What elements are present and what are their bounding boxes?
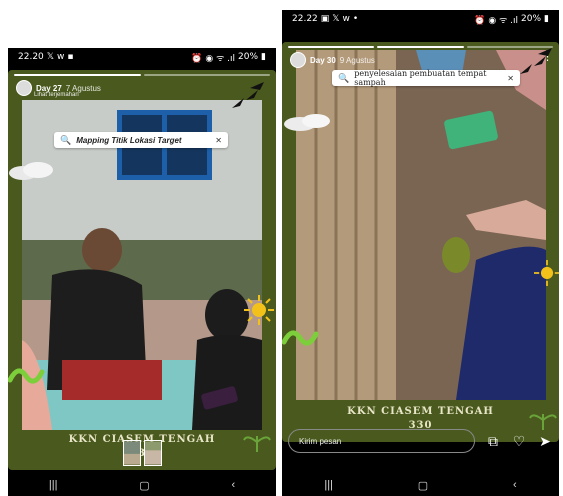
x-logo-icon: 𝕏: [46, 52, 55, 62]
left-phone-screen: 22.20 𝕏 w ▪ ⏰ ◉ ᯤ .ıl 20% ▮ Day 27 7 Agu…: [8, 48, 276, 496]
x-logo-icon: 𝕏: [332, 14, 340, 24]
snake-icon: [282, 330, 319, 346]
signal-icons: ⏰ ◉ ᯤ .ıl: [191, 53, 236, 64]
message-input[interactable]: Kirim pesan: [288, 429, 475, 453]
search-icon: 🔍: [338, 72, 350, 83]
w-icon: w: [342, 14, 350, 24]
dot-icon: •: [352, 14, 359, 24]
close-icon: ✕: [215, 135, 222, 145]
search-icon: 🔍: [60, 134, 72, 145]
home-icon[interactable]: ▢: [418, 479, 428, 492]
progress-segment: [377, 46, 464, 48]
multi-story-icon[interactable]: ⧉: [485, 433, 501, 450]
story-thumbnail[interactable]: [143, 440, 162, 466]
mail-icon: ▪: [67, 52, 74, 62]
gallery-icon: ▣: [320, 14, 330, 24]
home-icon[interactable]: ▢: [139, 479, 149, 492]
right-phone-screen: 22.22 ▣ 𝕏 w • ⏰ ◉ ᯤ .ıl 20% ▮ Day 30 9 A…: [282, 10, 559, 496]
story-progress: [288, 46, 553, 48]
signal-icons: ⏰ ◉ ᯤ .ıl: [474, 15, 519, 26]
battery-icon: ▮: [261, 52, 266, 62]
story-username[interactable]: Day 30: [310, 56, 336, 65]
story-thumbnails: [8, 440, 276, 466]
battery-level: 20%: [521, 14, 542, 24]
sun-icon: [534, 260, 559, 286]
bird-icon: [520, 48, 552, 74]
status-bar: 22.22 ▣ 𝕏 w • ⏰ ◉ ᯤ .ıl 20% ▮: [282, 10, 559, 28]
progress-segment: [288, 46, 375, 48]
avatar[interactable]: [16, 80, 32, 96]
battery-level: 20%: [238, 52, 259, 62]
send-icon[interactable]: ➤: [537, 433, 553, 450]
snake-icon: [8, 368, 45, 384]
story-view[interactable]: Day 27 7 Agustus Lihat terjemahan 🔍 Mapp…: [8, 70, 276, 470]
story-progress: [14, 74, 270, 76]
status-time: 22.22: [292, 14, 318, 24]
story-view[interactable]: Day 30 9 Agustus ⋮ 🔍 penyelesaian pembua…: [282, 42, 559, 442]
bird-icon: [232, 82, 264, 108]
progress-segment: [143, 74, 270, 76]
translate-link[interactable]: Lihat terjemahan: [34, 92, 79, 98]
search-sticker: 🔍 penyelesaian pembuatan tempat sampah ✕: [332, 69, 520, 87]
cloud-icon: [284, 114, 330, 131]
heart-icon[interactable]: ♡: [511, 433, 527, 450]
battery-icon: ▮: [544, 14, 549, 24]
message-bar: Kirim pesan ⧉ ♡ ➤: [288, 428, 553, 454]
search-sticker-text: Mapping Titik Lokasi Target: [76, 135, 182, 145]
avatar[interactable]: [290, 52, 306, 68]
status-bar: 22.20 𝕏 w ▪ ⏰ ◉ ᯤ .ıl 20% ▮: [8, 48, 276, 66]
android-nav-bar: ||| ▢ ‹: [282, 474, 559, 496]
android-nav-bar: ||| ▢ ‹: [8, 474, 276, 496]
story-photo: [22, 100, 262, 430]
recents-icon[interactable]: |||: [324, 479, 333, 491]
back-icon[interactable]: ‹: [231, 479, 235, 491]
frame-label: KKN CIASEM TENGAH: [347, 406, 494, 417]
story-photo: [296, 50, 546, 400]
status-time: 22.20: [18, 52, 44, 62]
sun-icon: [244, 295, 274, 325]
story-date: 9 Agustus: [339, 55, 375, 65]
cloud-icon: [9, 162, 53, 180]
search-sticker: 🔍 Mapping Titik Lokasi Target ✕: [54, 132, 228, 148]
w-icon: w: [57, 52, 65, 62]
close-icon: ✕: [507, 73, 514, 83]
back-icon[interactable]: ‹: [513, 479, 517, 491]
story-thumbnail[interactable]: [122, 440, 141, 466]
search-sticker-text: penyelesaian pembuatan tempat sampah: [354, 69, 487, 87]
progress-segment: [14, 74, 141, 76]
story-header: Day 30 9 Agustus: [290, 52, 375, 68]
recents-icon[interactable]: |||: [49, 479, 58, 491]
